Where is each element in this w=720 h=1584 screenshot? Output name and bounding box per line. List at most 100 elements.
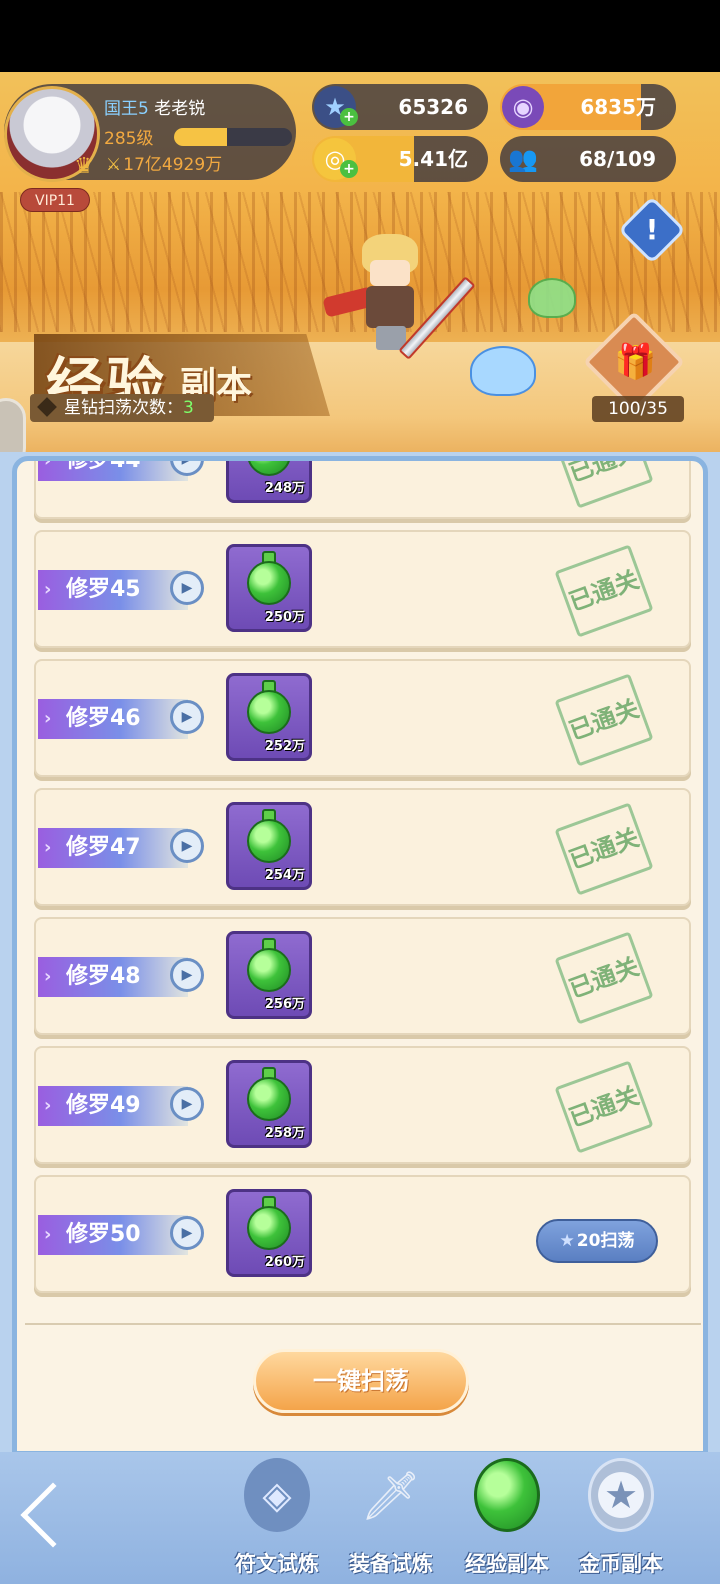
reward-item[interactable]: 252万	[226, 673, 312, 761]
vip-badge[interactable]: VIP11	[20, 188, 90, 212]
exp-bar	[174, 128, 292, 146]
dungeon-name-label: › 修罗45	[38, 570, 188, 610]
avatar[interactable]: ♛	[4, 86, 100, 182]
reward-item[interactable]: 256万	[226, 931, 312, 1019]
dungeon-name-label: › 修罗49	[38, 1086, 188, 1126]
player-title: 国王5 老老锐	[104, 94, 205, 119]
play-icon[interactable]: ▶	[170, 1087, 204, 1121]
purple-currency-resource[interactable]: ◉ 6835万	[500, 84, 676, 130]
nav-gold-dungeon[interactable]: ★ 金币副本	[566, 1454, 676, 1582]
cleared-stamp: 已通关	[554, 931, 654, 1025]
player-info-panel[interactable]: ♛ 国王5 老老锐 285级 ⚔ 17亿4929万	[4, 84, 296, 182]
play-icon[interactable]: ▶	[170, 700, 204, 734]
friends-resource[interactable]: 👥 68/109	[500, 136, 676, 182]
purple-currency-value: 6835万	[580, 95, 656, 119]
exp-potion-icon	[247, 461, 291, 476]
reward-quantity: 250万	[264, 610, 305, 625]
gold-value: 5.41亿	[398, 147, 468, 171]
exp-potion-icon	[247, 561, 291, 605]
dungeon-name: 修罗50	[66, 1222, 141, 1247]
potion-icon	[474, 1458, 540, 1532]
dungeon-row[interactable]: › 修罗50 ▶ 260万 ★ 20扫荡	[34, 1175, 691, 1293]
nav-rune-trial[interactable]: ◈ 符文试炼	[222, 1454, 332, 1582]
back-button[interactable]	[18, 1480, 88, 1550]
reward-item[interactable]: 254万	[226, 802, 312, 890]
exp-potion-icon	[247, 690, 291, 734]
chevron-right-icon: ›	[44, 837, 52, 858]
dungeon-row[interactable]: › 修罗47 ▶ 254万 已通关	[34, 788, 691, 906]
hero-face	[370, 260, 410, 286]
nav-label-exp-dungeon: 经验副本	[465, 1552, 549, 1576]
cleared-stamp: 已通关	[554, 802, 654, 896]
diamond-resource[interactable]: ★ + 65326	[312, 84, 488, 130]
dungeon-row[interactable]: › 修罗46 ▶ 252万 已通关	[34, 659, 691, 777]
exp-bar-fill	[174, 128, 228, 146]
dungeon-name: 修罗47	[66, 835, 141, 860]
reward-quantity: 256万	[264, 997, 305, 1012]
dungeon-row[interactable]: › 修罗48 ▶ 256万 已通关	[34, 917, 691, 1035]
dungeon-name-label: › 修罗44	[38, 456, 188, 481]
reward-quantity: 258万	[264, 1126, 305, 1141]
nav-exp-dungeon[interactable]: 经验副本	[452, 1454, 562, 1582]
play-icon[interactable]: ▶	[170, 1216, 204, 1250]
reward-item[interactable]: 260万	[226, 1189, 312, 1277]
sword-icon: 🗡	[360, 1467, 422, 1524]
chevron-right-icon: ›	[44, 456, 52, 471]
exp-potion-icon	[247, 1077, 291, 1121]
add-gold-icon[interactable]: +	[340, 160, 358, 178]
exp-potion-icon	[247, 948, 291, 992]
play-icon[interactable]: ▶	[170, 571, 204, 605]
nav-label-equipment-trial: 装备试炼	[349, 1552, 433, 1576]
purple-orb-icon: ◉	[502, 86, 544, 128]
reward-quantity: 252万	[264, 739, 305, 754]
friends-icon: 👥	[508, 145, 538, 173]
exp-potion-icon	[247, 1206, 291, 1250]
sweep-count-text: 星钻扫荡次数：	[64, 398, 183, 418]
dungeon-name: 修罗46	[66, 706, 141, 731]
reward-quantity: 248万	[264, 481, 305, 496]
reward-item[interactable]: 258万	[226, 1060, 312, 1148]
cleared-stamp: 已通关	[554, 544, 654, 638]
sweep-count-label: 星钻扫荡次数：3	[30, 394, 214, 422]
gift-progress: 100/35	[592, 396, 684, 422]
reward-item[interactable]: 248万	[226, 461, 312, 503]
exp-potion-icon	[247, 819, 291, 863]
list-divider	[25, 1323, 701, 1325]
player-rank: 国王5	[104, 99, 149, 119]
dungeon-row[interactable]: › 修罗49 ▶ 258万 已通关	[34, 1046, 691, 1164]
play-icon[interactable]: ▶	[170, 958, 204, 992]
nav-equipment-trial[interactable]: 🗡 装备试炼	[336, 1454, 446, 1582]
gold-resource[interactable]: ◎ + 5.41亿	[312, 136, 488, 182]
dungeon-name-label: › 修罗48	[38, 957, 188, 997]
reward-quantity: 254万	[264, 868, 305, 883]
one-key-sweep-button[interactable]: 一键扫荡	[253, 1349, 469, 1413]
bottom-nav: ◈ 符文试炼 🗡 装备试炼 经验副本 ★ 金币副本	[0, 1452, 720, 1584]
cleared-stamp: 已通关	[554, 1060, 654, 1154]
dungeon-name: 修罗44	[66, 456, 141, 473]
rune-icon: ◈	[244, 1458, 310, 1532]
chevron-right-icon: ›	[44, 1095, 52, 1116]
add-diamond-icon[interactable]: +	[340, 108, 358, 126]
gift-icon: 🎁	[614, 342, 657, 382]
reward-quantity: 260万	[264, 1255, 305, 1270]
cleared-stamp: 已通关	[554, 461, 654, 509]
diamond-value: 65326	[398, 95, 468, 119]
dungeon-name: 修罗45	[66, 577, 141, 602]
dungeon-name-label: › 修罗50	[38, 1215, 188, 1255]
sweep-count-value: 3	[183, 398, 194, 418]
star-icon: ★	[559, 1231, 575, 1251]
dungeon-row[interactable]: › 修罗44 ▶ 248万 已通关	[34, 456, 691, 519]
player-level: 285级	[104, 129, 154, 149]
dungeon-row[interactable]: › 修罗45 ▶ 250万 已通关	[34, 530, 691, 648]
sweep-button[interactable]: ★ 20扫荡	[536, 1219, 658, 1263]
nav-label-gold-dungeon: 金币副本	[579, 1552, 663, 1576]
dungeon-name-label: › 修罗47	[38, 828, 188, 868]
hero-body	[366, 286, 414, 328]
chevron-right-icon: ›	[44, 708, 52, 729]
play-icon[interactable]: ▶	[170, 829, 204, 863]
chevron-right-icon: ›	[44, 579, 52, 600]
dungeon-name: 修罗49	[66, 1093, 141, 1118]
reward-item[interactable]: 250万	[226, 544, 312, 632]
status-bar	[0, 0, 720, 72]
chevron-right-icon: ›	[44, 966, 52, 987]
